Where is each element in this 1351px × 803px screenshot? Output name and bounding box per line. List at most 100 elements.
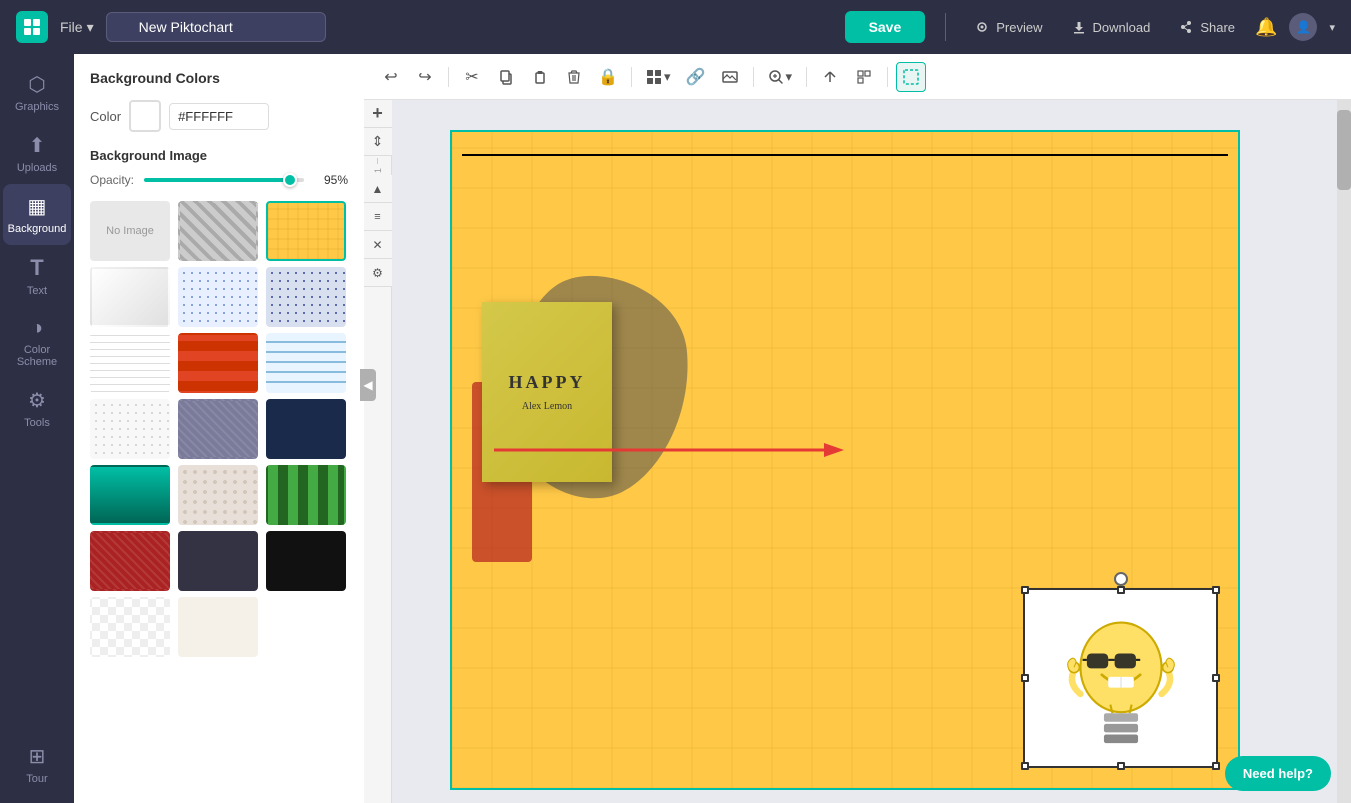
ruler-align-center[interactable]: ≡ <box>364 203 392 231</box>
slide-number: 1 <box>373 166 383 175</box>
ruler-resize-down[interactable]: ✕ <box>364 231 392 259</box>
bg-thumb-teal-gradient[interactable] <box>90 465 170 525</box>
bg-thumb-white-stripes[interactable] <box>90 333 170 393</box>
share-action[interactable]: Share <box>1170 13 1243 41</box>
scroll-thumb[interactable] <box>1337 110 1351 190</box>
grid-dropdown[interactable]: ▾ <box>640 65 677 89</box>
toolbar-divider-3 <box>753 67 754 87</box>
bg-thumb-red-stripes[interactable] <box>178 333 258 393</box>
toolbar-divider-5 <box>887 67 888 87</box>
main-canvas[interactable]: HAPPY Alex Lemon <box>450 130 1240 790</box>
zoom-dropdown[interactable]: ▾ <box>762 65 799 89</box>
sidebar-item-tour[interactable]: ⊞ Tour <box>3 734 71 795</box>
panel-title: Background Colors <box>90 70 348 86</box>
bg-thumb-navy-dots[interactable] <box>266 267 346 327</box>
ruler-resize-up[interactable]: ▲ <box>364 175 392 203</box>
canvas-area[interactable]: + ⇕ 1 ▲ ≡ ✕ ⚙ HAPPY <box>364 100 1351 803</box>
bg-thumb-blue-dots[interactable] <box>178 267 258 327</box>
bg-thumb-dark-blue[interactable] <box>266 399 346 459</box>
uploads-icon: ⬆ <box>29 133 46 158</box>
delete-button[interactable] <box>559 62 589 92</box>
topbar: File ▾ ✏ Save Preview Download Share 🔔 👤… <box>0 0 1351 54</box>
handle-br[interactable] <box>1212 762 1220 770</box>
book-graphic-element[interactable]: HAPPY Alex Lemon <box>472 282 652 572</box>
bg-thumb-dotted-light[interactable] <box>90 399 170 459</box>
ruler-settings[interactable]: ⚙ <box>364 259 392 287</box>
background-thumbnails-grid: No Image <box>90 201 348 657</box>
preview-label: Preview <box>996 20 1042 35</box>
horizontal-line[interactable] <box>462 154 1228 156</box>
expand-button[interactable]: ⇕ <box>364 128 392 156</box>
color-swatch[interactable] <box>129 100 161 132</box>
share-label: Share <box>1200 20 1235 35</box>
sidebar-item-background[interactable]: ▦ Background <box>3 184 71 245</box>
bg-thumb-gray-diagonal[interactable] <box>178 201 258 261</box>
paste-button[interactable] <box>525 62 555 92</box>
user-avatar[interactable]: 👤 <box>1289 13 1317 41</box>
selection-button[interactable] <box>896 62 926 92</box>
opacity-slider[interactable] <box>144 178 304 182</box>
bg-thumb-black[interactable] <box>266 531 346 591</box>
bg-thumb-gray-texture[interactable] <box>178 399 258 459</box>
toolbar-divider-4 <box>806 67 807 87</box>
sidebar-item-graphics[interactable]: ⬡ Graphics <box>3 62 71 123</box>
preview-action[interactable]: Preview <box>966 13 1050 41</box>
notification-icon[interactable]: 🔔 <box>1255 17 1277 38</box>
copy-button[interactable] <box>491 62 521 92</box>
bg-thumb-light-check[interactable] <box>90 597 170 657</box>
flip-horizontal-button[interactable] <box>815 62 845 92</box>
left-ruler: + ⇕ 1 ▲ ≡ ✕ ⚙ <box>364 100 392 803</box>
tools-icon: ⚙ <box>28 388 46 413</box>
opacity-row: Opacity: 95% <box>90 173 348 187</box>
right-scrollbar[interactable] <box>1337 100 1351 803</box>
lightbulb-graphic <box>1025 590 1216 766</box>
download-icon <box>1071 19 1087 35</box>
toolbar-divider-1 <box>448 67 449 87</box>
panel-collapse-button[interactable]: ◀ <box>360 369 376 401</box>
sidebar-item-color-scheme[interactable]: ◑ Color Scheme <box>3 307 71 378</box>
color-hex-input[interactable] <box>169 103 269 130</box>
sidebar-item-text[interactable]: T Text <box>3 245 71 307</box>
cut-button[interactable]: ✂ <box>457 62 487 92</box>
handle-tc[interactable] <box>1117 586 1125 594</box>
link-button[interactable]: 🔗 <box>681 62 711 92</box>
no-image-label: No Image <box>106 225 154 237</box>
download-action[interactable]: Download <box>1063 13 1159 41</box>
handle-tl[interactable] <box>1021 586 1029 594</box>
bg-thumb-blue-waves[interactable] <box>266 333 346 393</box>
user-chevron[interactable]: ▾ <box>1329 21 1335 34</box>
lock-button[interactable]: 🔒 <box>593 62 623 92</box>
add-slide-button[interactable]: + <box>364 100 392 128</box>
image-button[interactable] <box>715 62 745 92</box>
bg-thumb-no-image[interactable]: No Image <box>90 201 170 261</box>
bg-thumb-green-stripes[interactable] <box>266 465 346 525</box>
redo-button[interactable]: ↪ <box>410 62 440 92</box>
handle-bc[interactable] <box>1117 762 1125 770</box>
bg-thumb-red-texture[interactable] <box>90 531 170 591</box>
save-button[interactable]: Save <box>845 11 926 43</box>
arrange-button[interactable] <box>849 62 879 92</box>
bg-thumb-white-gradient[interactable] <box>90 267 170 327</box>
sidebar-item-label-graphics: Graphics <box>15 101 59 113</box>
handle-tr[interactable] <box>1212 586 1220 594</box>
bg-image-title: Background Image <box>90 148 348 163</box>
sidebar-item-uploads[interactable]: ⬆ Uploads <box>3 123 71 184</box>
handle-mr[interactable] <box>1212 674 1220 682</box>
bg-thumb-beige[interactable] <box>178 597 258 657</box>
sidebar-item-tools[interactable]: ⚙ Tools <box>3 378 71 439</box>
handle-bl[interactable] <box>1021 762 1029 770</box>
topbar-divider <box>945 13 946 41</box>
handle-ml[interactable] <box>1021 674 1029 682</box>
rotate-handle[interactable] <box>1114 572 1128 586</box>
undo-button[interactable]: ↩ <box>376 62 406 92</box>
bg-thumb-light-floral[interactable] <box>178 465 258 525</box>
bg-thumb-orange-pattern[interactable] <box>266 201 346 261</box>
color-scheme-icon: ◑ <box>31 317 43 340</box>
document-title-input[interactable] <box>106 12 326 42</box>
bg-thumb-dark-charcoal[interactable] <box>178 531 258 591</box>
graphics-icon: ⬡ <box>28 72 45 97</box>
ruler-mark <box>377 158 378 164</box>
need-help-button[interactable]: Need help? <box>1225 756 1331 791</box>
lightbulb-element[interactable] <box>1023 588 1218 768</box>
file-menu[interactable]: File ▾ <box>60 19 94 36</box>
